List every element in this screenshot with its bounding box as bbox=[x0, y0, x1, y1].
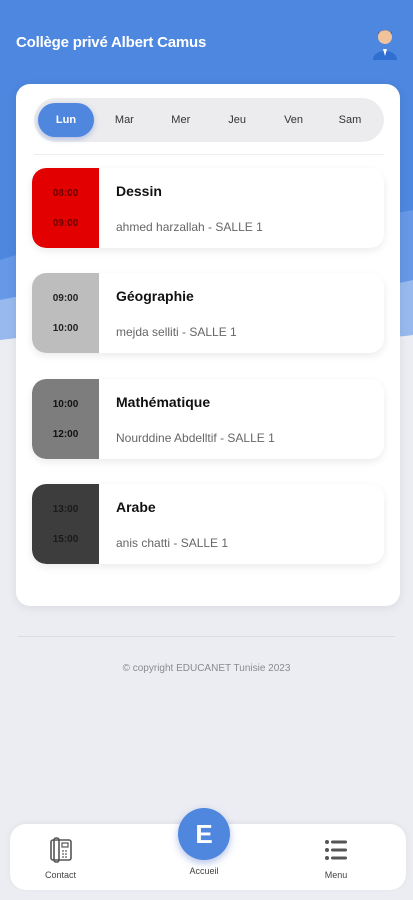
avatar[interactable] bbox=[368, 26, 402, 60]
nav-contact-button[interactable]: Contact bbox=[45, 836, 76, 880]
day-tab-ven[interactable]: Ven bbox=[268, 103, 320, 137]
lesson-start-time: 09:00 bbox=[52, 292, 79, 304]
lesson-subject: Mathématique bbox=[116, 394, 211, 410]
nav-menu-button[interactable]: Menu bbox=[322, 836, 350, 880]
lesson-end-time: 15:00 bbox=[52, 533, 79, 545]
lesson-end-time: 09:00 bbox=[52, 217, 79, 229]
lesson-start-time: 08:00 bbox=[52, 187, 79, 199]
day-tab-jeu[interactable]: Jeu bbox=[211, 103, 263, 137]
e-logo-icon: E bbox=[178, 808, 230, 860]
divider bbox=[34, 154, 384, 155]
lesson-time-block: 08:00 09:00 bbox=[32, 168, 99, 248]
footer-divider bbox=[18, 636, 395, 637]
lesson-end-time: 12:00 bbox=[52, 428, 79, 440]
copyright-text: © copyright EDUCANET Tunisie 2023 bbox=[122, 663, 291, 674]
day-tab-lun[interactable]: Lun bbox=[38, 103, 94, 137]
schedule-card: Lun Mar Mer Jeu Ven Sam 08:00 09:00 Dess… bbox=[16, 84, 400, 606]
day-tab-mar[interactable]: Mar bbox=[98, 103, 150, 137]
day-selector: Lun Mar Mer Jeu Ven Sam bbox=[34, 98, 384, 142]
lesson-time-block: 13:00 15:00 bbox=[32, 484, 99, 564]
lesson-subject: Arabe bbox=[116, 499, 156, 515]
lesson-time-block: 10:00 12:00 bbox=[32, 379, 99, 459]
lesson-subject: Dessin bbox=[116, 183, 162, 199]
nav-home-button[interactable]: E Accueil bbox=[178, 808, 230, 876]
lesson-teacher-room: anis chatti - SALLE 1 bbox=[116, 536, 229, 550]
lesson-end-time: 10:00 bbox=[52, 322, 79, 334]
nav-menu-label: Menu bbox=[324, 870, 348, 880]
lesson-item[interactable]: 09:00 10:00 Géographie mejda selliti - S… bbox=[32, 273, 384, 353]
lesson-start-time: 13:00 bbox=[52, 503, 79, 515]
day-tab-mer[interactable]: Mer bbox=[155, 103, 207, 137]
list-menu-icon bbox=[325, 840, 347, 860]
app-title: Collège privé Albert Camus bbox=[16, 34, 207, 51]
lesson-start-time: 10:00 bbox=[52, 398, 79, 410]
nav-home-label: Accueil bbox=[189, 866, 219, 876]
lesson-time-block: 09:00 10:00 bbox=[32, 273, 99, 353]
lesson-teacher-room: ahmed harzallah - SALLE 1 bbox=[116, 220, 263, 234]
lesson-teacher-room: mejda selliti - SALLE 1 bbox=[116, 325, 237, 339]
user-avatar-icon bbox=[373, 30, 397, 60]
phone-icon bbox=[49, 837, 72, 863]
nav-contact-label: Contact bbox=[45, 870, 77, 880]
day-tab-sam[interactable]: Sam bbox=[324, 103, 376, 137]
lesson-teacher-room: Nourddine Abdelltif - SALLE 1 bbox=[116, 431, 275, 445]
lesson-subject: Géographie bbox=[116, 288, 194, 304]
lesson-item[interactable]: 13:00 15:00 Arabe anis chatti - SALLE 1 bbox=[32, 484, 384, 564]
lesson-item[interactable]: 10:00 12:00 Mathématique Nourddine Abdel… bbox=[32, 379, 384, 459]
lesson-item[interactable]: 08:00 09:00 Dessin ahmed harzallah - SAL… bbox=[32, 168, 384, 248]
